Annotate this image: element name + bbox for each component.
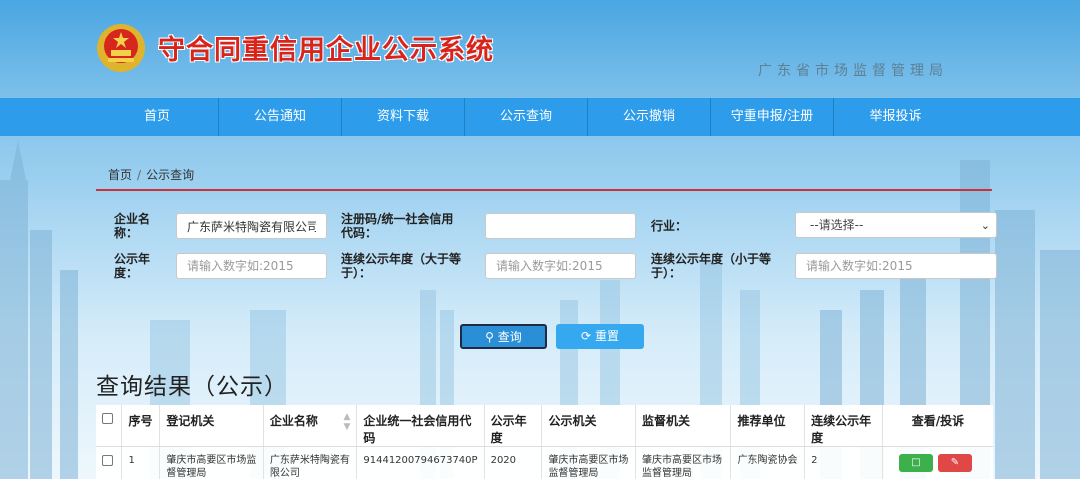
results-title: 查询结果（公示） <box>96 374 288 400</box>
nav-revoke[interactable]: 公示撤销 <box>588 98 711 136</box>
continuous-gte-input[interactable] <box>485 253 636 279</box>
cell-recommender: 广东陶瓷协会 <box>730 446 806 479</box>
main-nav: 首页 公告通知 资料下载 公示查询 公示撤销 守重申报/注册 举报投诉 <box>0 98 1080 136</box>
credit-code-label: 注册码/统一社会信用代码： <box>341 212 454 240</box>
nav-query[interactable]: 公示查询 <box>465 98 588 136</box>
nav-report[interactable]: 举报投诉 <box>834 98 957 136</box>
col-actions: 查看/投诉 <box>882 405 993 447</box>
edit-icon: ✎ <box>950 457 960 468</box>
cell-year: 2020 <box>484 446 543 479</box>
industry-label: 行业： <box>651 219 688 233</box>
divider <box>96 189 992 191</box>
national-emblem-icon <box>97 24 145 72</box>
col-sup-org[interactable]: 监督机关 <box>635 405 732 447</box>
site-subtitle: 广东省市场监督管理局 <box>758 63 948 79</box>
sort-icon[interactable]: ▲ ▼ <box>343 412 350 432</box>
cell-continuous: 2 <box>804 446 883 479</box>
table-header-row: 序号 登记机关 企业名称 ▲ ▼ 企业统一社会信用代码 公示年度 公示机关 监督机关… <box>96 405 993 447</box>
search-icon: ⚲ <box>485 330 494 344</box>
col-pub-org[interactable]: 公示机关 <box>541 405 636 447</box>
col-credit-code[interactable]: 企业统一社会信用代码 <box>356 405 485 447</box>
continuous-lte-input[interactable] <box>795 253 997 279</box>
cell-pub-org: 肇庆市高要区市场监督管理局 <box>541 446 636 479</box>
site-title: 守合同重信用企业公示系统 <box>158 35 494 66</box>
cell-actions: □ ✎ <box>882 447 993 479</box>
reset-button-label: 重置 <box>594 329 619 343</box>
refresh-icon: ⟳ <box>581 329 592 343</box>
nav-notices[interactable]: 公告通知 <box>219 98 342 136</box>
row-checkbox[interactable] <box>102 455 113 466</box>
cell-sup-org: 肇庆市高要区市场监督管理局 <box>635 446 732 479</box>
search-button-label: 查询 <box>497 330 522 344</box>
nav-downloads[interactable]: 资料下载 <box>342 98 465 136</box>
nav-register[interactable]: 守重申报/注册 <box>711 98 834 136</box>
industry-select[interactable]: --请选择-- ⌄ <box>795 212 997 238</box>
reset-button[interactable]: ⟳ 重置 <box>556 324 644 349</box>
cell-company: 广东萨米特陶瓷有限公司 <box>263 446 358 479</box>
industry-select-value: --请选择-- <box>810 218 864 232</box>
col-company-label: 企业名称 <box>269 414 318 428</box>
view-button[interactable]: □ <box>898 454 933 472</box>
breadcrumb-home[interactable]: 首页 <box>108 168 132 182</box>
col-recommender[interactable]: 推荐单位 <box>730 405 806 447</box>
results-table: 序号 登记机关 企业名称 ▲ ▼ 企业统一社会信用代码 公示年度 公示机关 监督机关… <box>96 405 993 479</box>
col-company[interactable]: 企业名称 ▲ ▼ <box>263 405 358 447</box>
company-input[interactable] <box>176 213 327 239</box>
cell-credit-code: 91441200794673740P <box>356 446 485 479</box>
complain-button[interactable]: ✎ <box>937 454 972 472</box>
breadcrumb: 首页 / 公示查询 <box>108 166 194 183</box>
company-label: 企业名称： <box>114 212 151 240</box>
nav-home[interactable]: 首页 <box>96 98 219 136</box>
site-header: 守合同重信用企业公示系统 广东省市场监督管理局 <box>0 0 1080 98</box>
continuous-gte-label: 连续公示年度（大于等于）： <box>341 252 462 280</box>
select-all-checkbox[interactable] <box>102 413 113 424</box>
document-icon: □ <box>911 457 921 468</box>
col-continuous[interactable]: 连续公示年度 <box>804 405 883 447</box>
breadcrumb-current: 公示查询 <box>146 168 195 182</box>
chevron-down-icon: ⌄ <box>980 219 990 232</box>
col-year[interactable]: 公示年度 <box>484 405 543 447</box>
year-label: 公示年度： <box>114 252 151 280</box>
col-no[interactable]: 序号 <box>121 405 161 447</box>
year-input[interactable] <box>176 253 327 279</box>
table-row: 1 肇庆市高要区市场监督管理局 广东萨米特陶瓷有限公司 914412007946… <box>96 446 993 479</box>
cell-no: 1 <box>121 446 161 479</box>
col-reg-org[interactable]: 登记机关 <box>159 405 264 447</box>
search-button[interactable]: ⚲ 查询 <box>460 324 547 349</box>
continuous-lte-label: 连续公示年度（小于等于）： <box>651 252 772 280</box>
cell-reg-org: 肇庆市高要区市场监督管理局 <box>159 446 264 479</box>
credit-code-input[interactable] <box>485 213 636 239</box>
breadcrumb-separator: / <box>137 168 142 182</box>
